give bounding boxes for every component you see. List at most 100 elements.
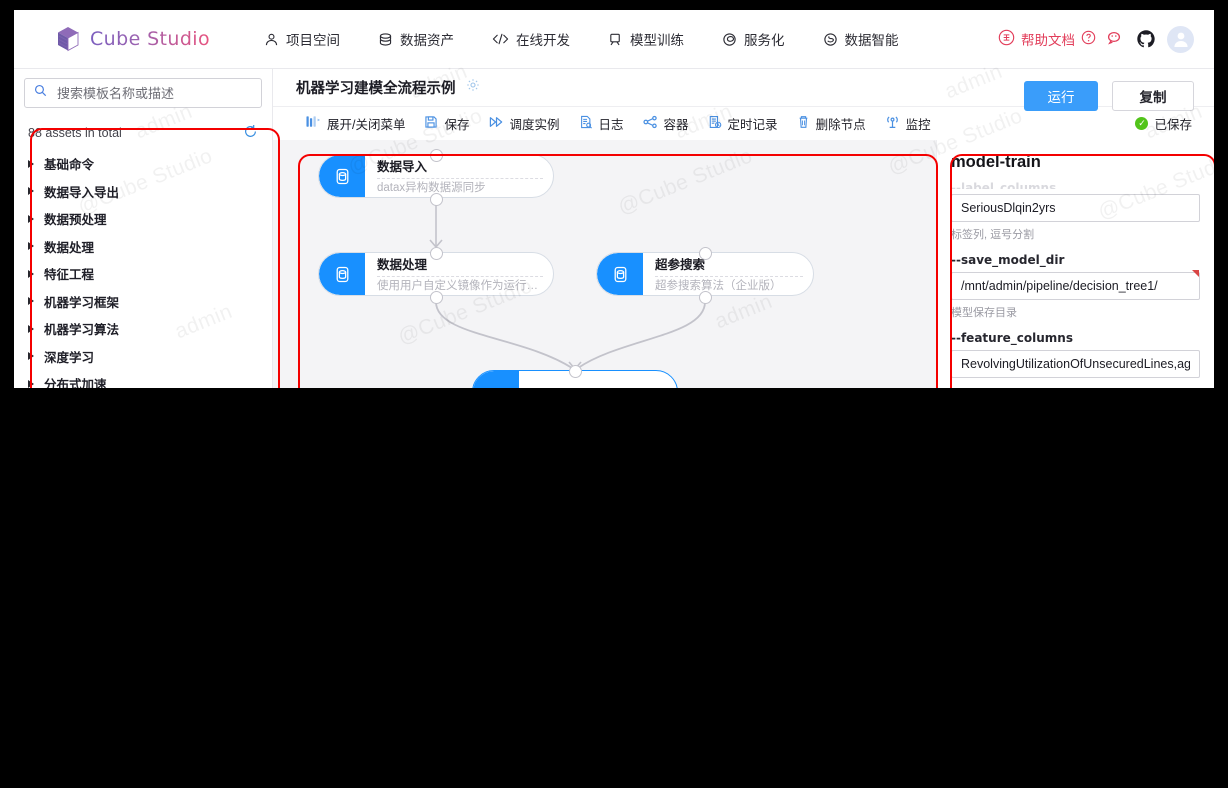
help-doc-link[interactable]: 帮助文档 <box>998 29 1096 49</box>
cube-logo-icon <box>56 26 80 52</box>
timed-record-icon <box>708 115 722 132</box>
chevron-right-icon <box>28 324 34 333</box>
category-label: 数据导入导出 <box>44 185 120 200</box>
toolbar-label: 监控 <box>905 118 931 132</box>
config-input-feature-columns[interactable] <box>951 350 1200 378</box>
toolbar-container[interactable]: 容器 <box>635 109 697 139</box>
node-description: 超参搜索算法（企业版） <box>655 280 782 292</box>
node-title: 数据处理 <box>377 257 543 277</box>
left-sidebar: 88 assets in total 基础命令 数据导入导出 <box>14 68 273 388</box>
node-body: 数据导入 datax异构数据源同步 <box>365 155 553 197</box>
toolbar-timed-record[interactable]: 定时记录 <box>700 109 786 139</box>
category-label: 深度学习 <box>44 350 95 365</box>
config-field-label-label-columns: --label_columns <box>951 181 1057 189</box>
config-help-label-columns: 标签列, 逗号分割 <box>951 229 1035 241</box>
pipeline-canvas[interactable]: 数据导入 datax异构数据源同步 数据处理 使用用户自定义镜像作为运行镜像 超… <box>272 140 936 388</box>
toolbar-schedule-instance[interactable]: 调度实例 <box>481 109 568 139</box>
config-field-label-feature-columns: --feature_columns <box>951 331 1073 345</box>
pipeline-toolbar: 展开/关闭菜单 保存 调度实例 日志 容器 定时记录 删除节点 监控 ✓ 已保存 <box>272 107 1214 141</box>
nav-item-service[interactable]: 服务化 <box>703 11 804 67</box>
nav-label: 数据资产 <box>400 33 455 48</box>
sidebar-item-distributed-accel[interactable]: 分布式加速 <box>28 370 272 388</box>
config-input-save-model-dir[interactable] <box>951 272 1200 300</box>
toolbar-label: 保存 <box>444 118 470 132</box>
node-port-in[interactable] <box>430 193 443 206</box>
question-circle-icon <box>1081 30 1096 48</box>
main-area: 机器学习建模全流程示例 运行 复制 展开/关闭菜单 保存 调度实例 日志 容器 … <box>272 68 1214 388</box>
category-label: 数据预处理 <box>44 213 107 228</box>
app-shell: Cube Studio 项目空间 数据资产 在线开发 模型训练 服务化 数据智能… <box>14 10 1214 388</box>
toolbar-save[interactable]: 保存 <box>416 109 477 139</box>
saved-label: 已保存 <box>1154 118 1192 132</box>
node-port-in[interactable] <box>430 291 443 304</box>
category-label: 基础命令 <box>44 158 95 173</box>
user-avatar-icon[interactable] <box>1167 25 1194 53</box>
status-badge: ✓ 已保存 <box>1135 114 1192 133</box>
node-port-in[interactable] <box>569 365 582 378</box>
node-body: 数据处理 使用用户自定义镜像作为运行镜像 <box>365 253 553 295</box>
brand-name: Cube Studio <box>90 28 211 50</box>
sidebar-item-deep-learning[interactable]: 深度学习 <box>28 343 272 371</box>
node-port-in[interactable] <box>699 291 712 304</box>
github-icon[interactable] <box>1136 29 1156 49</box>
sidebar-item-basic-commands[interactable]: 基础命令 <box>28 150 272 178</box>
config-input-label-columns[interactable] <box>951 194 1200 222</box>
nav-label: 项目空间 <box>286 33 341 48</box>
project-space-icon <box>264 32 279 47</box>
toolbar-delete-node[interactable]: 删除节点 <box>789 109 874 139</box>
model-train-icon <box>608 32 623 47</box>
chevron-right-icon <box>28 379 34 388</box>
mask-bottom <box>0 388 1228 788</box>
refresh-icon[interactable] <box>243 124 258 142</box>
node-port-out[interactable] <box>430 247 443 260</box>
config-input-wrap-save-model-dir <box>951 270 1200 300</box>
nav-item-online-dev[interactable]: 在线开发 <box>473 11 589 67</box>
sidebar-item-data-import-export[interactable]: 数据导入导出 <box>28 178 272 206</box>
brand[interactable]: Cube Studio <box>56 26 210 52</box>
nav-item-data-assets[interactable]: 数据资产 <box>359 11 473 67</box>
toolbar-label: 日志 <box>598 118 624 132</box>
nav-label: 服务化 <box>744 33 785 48</box>
node-description: 使用用户自定义镜像作为运行镜像 <box>377 280 543 292</box>
sidebar-item-feature-engineering[interactable]: 特征工程 <box>28 260 272 288</box>
toolbar-log[interactable]: 日志 <box>571 109 632 139</box>
toolbar-label: 展开/关闭菜单 <box>327 118 406 132</box>
search-box[interactable] <box>24 78 262 108</box>
help-doc-label: 帮助文档 <box>1021 33 1075 48</box>
nav-item-project-space[interactable]: 项目空间 <box>245 11 359 67</box>
wechat-icon[interactable] <box>1107 30 1125 48</box>
schedule-instance-icon <box>489 115 504 132</box>
trash-icon <box>797 115 810 132</box>
category-label: 数据处理 <box>44 240 95 255</box>
sidebar-item-data-preprocess[interactable]: 数据预处理 <box>28 205 272 233</box>
page-title: 机器学习建模全流程示例 <box>296 80 456 97</box>
chevron-right-icon <box>28 159 34 168</box>
nav-label: 在线开发 <box>516 33 571 48</box>
nav-item-model-train[interactable]: 模型训练 <box>589 11 703 67</box>
toolbar-label: 容器 <box>663 118 689 132</box>
node-title: 超参搜索 <box>655 257 803 277</box>
node-port-out[interactable] <box>699 247 712 260</box>
nav-label: 模型训练 <box>630 33 685 48</box>
search-icon <box>34 84 47 102</box>
sidebar-item-ml-framework[interactable]: 机器学习框架 <box>28 288 272 316</box>
database-cylinder-icon <box>319 253 365 295</box>
database-cylinder-icon <box>319 155 365 197</box>
service-icon <box>722 32 737 47</box>
monitor-antenna-icon <box>885 115 900 132</box>
code-brackets-icon <box>492 32 509 46</box>
node-port-out[interactable] <box>430 149 443 162</box>
toolbar-monitor[interactable]: 监控 <box>877 109 939 139</box>
category-label: 特征工程 <box>44 268 95 283</box>
gear-icon[interactable] <box>466 78 480 97</box>
enterprise-circle-icon <box>998 29 1015 49</box>
nav-label: 数据智能 <box>844 33 899 48</box>
nav-item-data-intelligence[interactable]: 数据智能 <box>804 11 918 67</box>
chevron-right-icon <box>28 269 34 278</box>
sidebar-item-ml-algorithm[interactable]: 机器学习算法 <box>28 315 272 343</box>
toolbar-expand-menu[interactable]: 展开/关闭菜单 <box>298 109 413 139</box>
top-navigation-bar: Cube Studio 项目空间 数据资产 在线开发 模型训练 服务化 数据智能… <box>14 10 1214 69</box>
category-label: 机器学习算法 <box>44 323 120 338</box>
sidebar-item-data-process[interactable]: 数据处理 <box>28 233 272 261</box>
search-input[interactable] <box>55 84 252 102</box>
